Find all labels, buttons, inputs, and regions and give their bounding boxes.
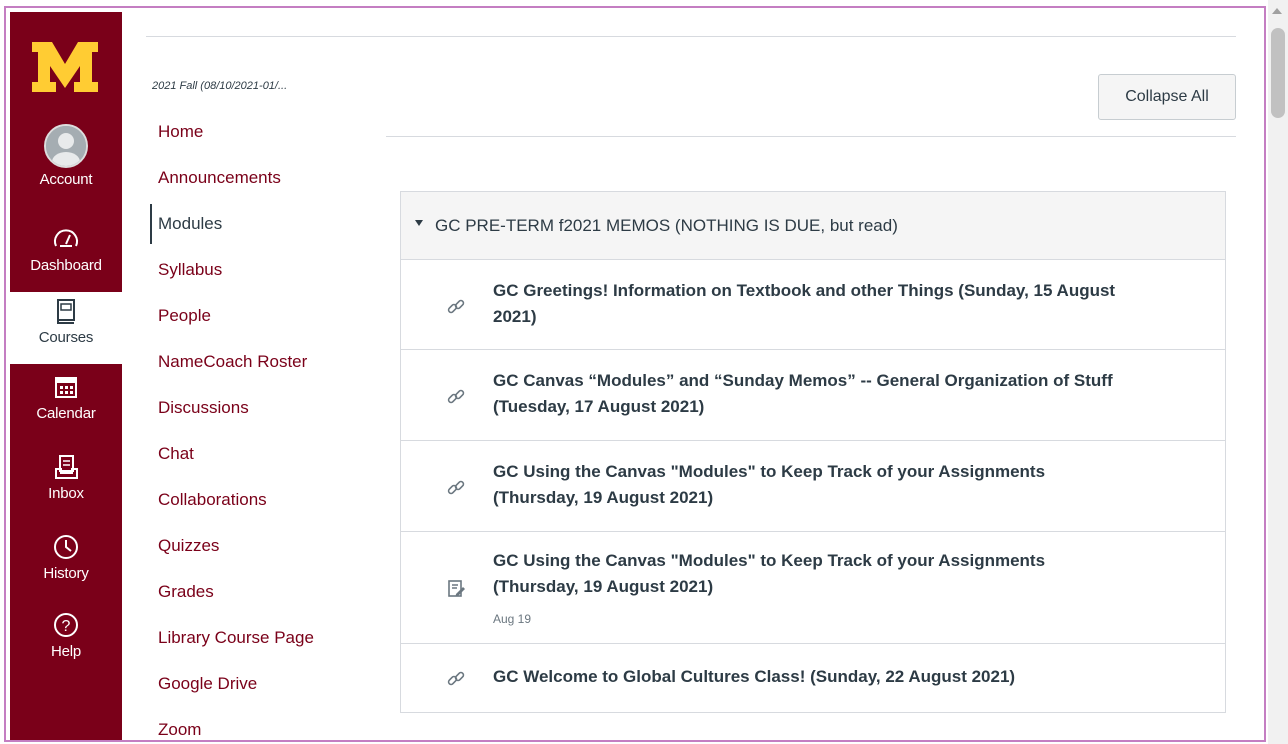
module-item-date: Aug 19: [493, 612, 532, 626]
nav-item-account[interactable]: Account: [10, 124, 122, 196]
nav-item-dashboard[interactable]: Dashboard: [10, 224, 122, 296]
caret-down-icon[interactable]: [415, 220, 423, 226]
course-nav-people[interactable]: People: [158, 306, 211, 326]
browser-frame: Account Dashboard Courses Calendar Inbox…: [4, 6, 1266, 742]
course-nav-grades[interactable]: Grades: [158, 582, 214, 602]
course-nav-chat[interactable]: Chat: [158, 444, 194, 464]
nav-label: Courses: [38, 329, 94, 346]
inbox-icon: [55, 455, 78, 479]
course-nav-zoom[interactable]: Zoom: [158, 720, 201, 740]
nav-item-history[interactable]: History: [10, 532, 122, 604]
top-divider: [146, 36, 1236, 37]
course-nav-discussions[interactable]: Discussions: [158, 398, 249, 418]
nav-item-courses[interactable]: Courses: [10, 292, 122, 364]
module-item[interactable]: GC Greetings! Information on Textbook an…: [401, 260, 1225, 350]
nav-label: History: [43, 565, 89, 582]
module-item-title[interactable]: GC Welcome to Global Cultures Class! (Su…: [493, 664, 1133, 690]
help-question-icon: ?: [54, 613, 78, 637]
module-item[interactable]: GC Welcome to Global Cultures Class! (Su…: [401, 644, 1225, 712]
course-nav-announcements[interactable]: Announcements: [158, 168, 281, 188]
module-item-title[interactable]: GC Using the Canvas "Modules" to Keep Tr…: [493, 459, 1133, 511]
link-icon: [447, 671, 465, 686]
nav-label: Calendar: [36, 405, 96, 422]
scroll-up-arrow-icon[interactable]: [1272, 8, 1282, 14]
module-item[interactable]: GC Using the Canvas "Modules" to Keep Tr…: [401, 532, 1225, 644]
collapse-all-button[interactable]: Collapse All: [1098, 74, 1236, 120]
nav-label: Help: [50, 643, 82, 660]
module-title: GC PRE-TERM f2021 MEMOS (NOTHING IS DUE,…: [435, 216, 898, 235]
page-edit-icon: [448, 580, 465, 597]
course-nav-collaborations[interactable]: Collaborations: [158, 490, 267, 510]
nav-label: Account: [39, 171, 93, 188]
calendar-icon: [55, 377, 77, 398]
nav-item-calendar[interactable]: Calendar: [10, 372, 122, 444]
nav-label: Dashboard: [30, 257, 102, 274]
course-nav-namecoach-roster[interactable]: NameCoach Roster: [158, 352, 307, 372]
module-item-title[interactable]: GC Canvas “Modules” and “Sunday Memos” -…: [493, 368, 1133, 420]
vertical-scrollbar[interactable]: [1268, 0, 1288, 744]
active-indicator: [150, 204, 152, 244]
link-icon: [447, 389, 465, 404]
nav-item-inbox[interactable]: Inbox: [10, 452, 122, 524]
module-item[interactable]: GC Canvas “Modules” and “Sunday Memos” -…: [401, 350, 1225, 441]
svg-text:?: ?: [62, 618, 71, 635]
module-item-title[interactable]: GC Using the Canvas "Modules" to Keep Tr…: [493, 548, 1133, 600]
nav-label: Inbox: [48, 485, 84, 502]
university-logo-icon[interactable]: [30, 42, 100, 92]
module-panel: GC PRE-TERM f2021 MEMOS (NOTHING IS DUE,…: [400, 191, 1226, 713]
account-avatar-icon: [44, 124, 88, 168]
course-nav-home[interactable]: Home: [158, 122, 203, 142]
dashboard-gauge-icon: [54, 229, 78, 247]
module-item-title[interactable]: GC Greetings! Information on Textbook an…: [493, 278, 1133, 330]
nav-item-help[interactable]: ? Help: [10, 610, 122, 682]
course-nav-google-drive[interactable]: Google Drive: [158, 674, 257, 694]
global-navigation: Account Dashboard Courses Calendar Inbox…: [10, 12, 122, 740]
course-nav-quizzes[interactable]: Quizzes: [158, 536, 219, 556]
course-nav-modules[interactable]: Modules: [158, 214, 222, 234]
header-divider: [386, 136, 1236, 137]
module-item[interactable]: GC Using the Canvas "Modules" to Keep Tr…: [401, 441, 1225, 532]
course-term: 2021 Fall (08/10/2021-01/...: [152, 80, 288, 92]
history-clock-icon: [54, 535, 78, 559]
link-icon: [447, 480, 465, 495]
module-header[interactable]: GC PRE-TERM f2021 MEMOS (NOTHING IS DUE,…: [401, 192, 1225, 260]
scroll-thumb[interactable]: [1271, 28, 1285, 118]
courses-book-icon: [57, 299, 75, 324]
link-icon: [447, 299, 465, 314]
course-nav-library-course-page[interactable]: Library Course Page: [158, 628, 314, 648]
course-nav-syllabus[interactable]: Syllabus: [158, 260, 222, 280]
